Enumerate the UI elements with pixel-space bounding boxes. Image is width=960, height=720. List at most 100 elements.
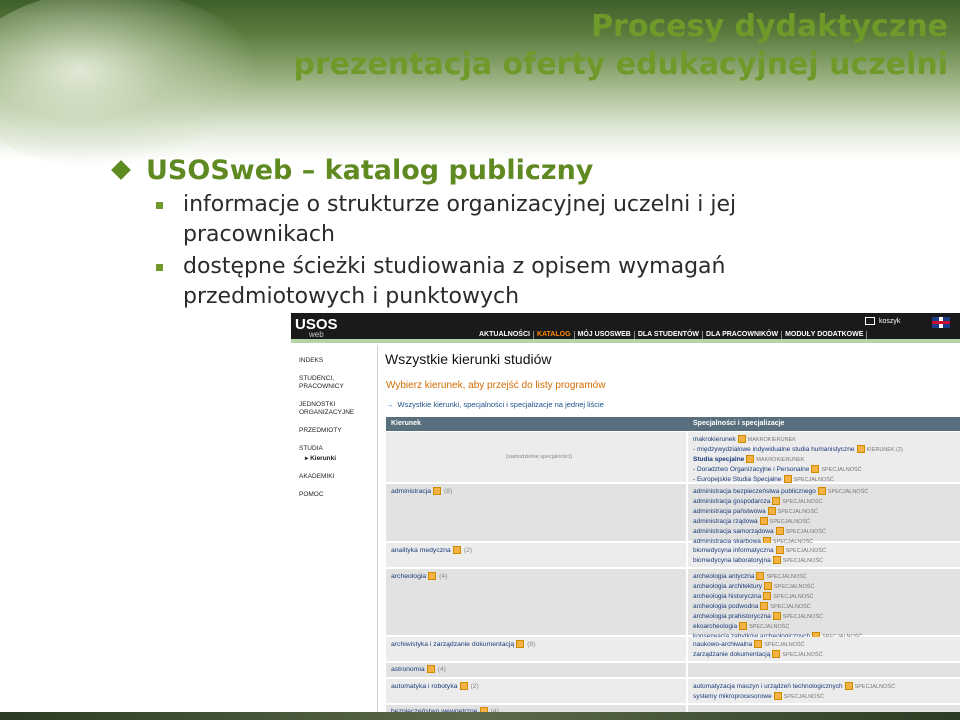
- row-left: archeologia (4): [386, 569, 686, 635]
- program-link[interactable]: archeologia: [391, 573, 426, 580]
- spec-link[interactable]: archeologia prahistoryczna: [693, 613, 771, 620]
- spec-link[interactable]: administracja państwowa: [693, 508, 766, 515]
- plus-icon[interactable]: [772, 556, 781, 565]
- plus-icon[interactable]: [759, 517, 768, 526]
- menu-dla-studentow[interactable]: DLA STUDENTÓW: [635, 331, 704, 339]
- spec-link[interactable]: archeologia podwodna: [693, 603, 758, 610]
- spec-item[interactable]: archeologia historyczna SPECJALNOŚĆ: [693, 592, 960, 602]
- sub-bullet-2-line1: dostępne ścieżki studiowania z opisem wy…: [183, 254, 726, 279]
- english-flag-icon[interactable]: [932, 317, 950, 328]
- spec-link[interactable]: - międzywydziałowe indywidualne studia h…: [693, 446, 855, 453]
- spec-item[interactable]: - Doradztwo Organizacyjne i Personalne SP…: [693, 465, 960, 475]
- spec-link[interactable]: archeologia historyczna: [693, 593, 761, 600]
- sidebar-item-studia[interactable]: STUDIA: [299, 445, 377, 453]
- program-link[interactable]: archiwistyka i zarządzanie dokumentacją: [391, 641, 514, 648]
- spec-item[interactable]: archeologia antyczna SPECJALNOŚĆ: [693, 572, 960, 582]
- spec-link[interactable]: systemy mikroprocesorowe: [693, 693, 772, 700]
- plus-icon[interactable]: [756, 572, 765, 581]
- spec-link[interactable]: administracja samorządowa: [693, 528, 774, 535]
- spec-item[interactable]: biomedycyna informatyczna SPECJALNOŚĆ: [693, 546, 960, 556]
- spec-link[interactable]: makrokierunek: [693, 436, 736, 443]
- spec-item[interactable]: automatyzacja maszyn i urządzeń technolo…: [693, 682, 960, 692]
- sidebar-item-jednostki[interactable]: JEDNOSTKI ORGANIZACYJNE: [299, 401, 377, 417]
- plus-icon[interactable]: [763, 592, 772, 601]
- program-link[interactable]: analityka medyczna: [391, 547, 451, 554]
- spec-link[interactable]: archeologia architektury: [693, 583, 762, 590]
- plus-icon[interactable]: [760, 602, 769, 611]
- plus-icon[interactable]: [844, 682, 853, 691]
- plus-icon[interactable]: [783, 475, 792, 484]
- spec-link[interactable]: automatyzacja maszyn i urządzeń technolo…: [693, 683, 843, 690]
- plus-icon[interactable]: [811, 465, 820, 474]
- menu-moduly-dodatkowe[interactable]: MODUŁY DODATKOWE: [782, 331, 868, 339]
- plus-icon[interactable]: [775, 527, 784, 536]
- spec-type: SPECJALNOŚĆ: [783, 694, 825, 700]
- spec-type: SPECJALNOŚĆ: [782, 652, 823, 658]
- spec-item[interactable]: administracja gospodarcza SPECJALNOŚĆ: [693, 497, 960, 507]
- plus-icon[interactable]: [746, 455, 755, 464]
- menu-katalog[interactable]: KATALOG: [534, 331, 575, 339]
- spec-item[interactable]: archeologia architektury SPECJALNOŚĆ: [693, 582, 960, 592]
- spec-item[interactable]: systemy mikroprocesorowe SPECJALNOŚĆ: [693, 692, 960, 702]
- spec-item[interactable]: Studia specjalne MAKROKIERUNEK: [693, 455, 960, 465]
- spec-item[interactable]: makrokierunek MAKROKIERUNEK: [693, 435, 960, 445]
- spec-link[interactable]: administracja rządowa: [693, 518, 758, 525]
- spec-item[interactable]: ekoarcheologia SPECJALNOŚĆ: [693, 622, 960, 632]
- plus-icon[interactable]: [767, 507, 776, 516]
- plus-icon[interactable]: [856, 445, 865, 454]
- sidebar-item-indeks[interactable]: INDEKS: [299, 357, 377, 365]
- menu-dla-pracownikow[interactable]: DLA PRACOWNIKÓW: [703, 331, 783, 339]
- program-link[interactable]: astronomia: [391, 666, 425, 673]
- plus-icon[interactable]: [739, 622, 748, 631]
- plus-icon[interactable]: [817, 487, 826, 496]
- spec-item[interactable]: biomedycyna laboratoryjna SPECJALNOŚĆ: [693, 556, 960, 566]
- spec-link[interactable]: ekoarcheologia: [693, 623, 737, 630]
- spec-item[interactable]: administracja samorządowa SPECJALNOŚĆ: [693, 527, 960, 537]
- cart-label: koszyk: [879, 317, 901, 325]
- all-programs-link[interactable]: → Wszystkie kierunki, specjalności i spec…: [386, 400, 604, 409]
- plus-icon[interactable]: [775, 546, 784, 555]
- cart-link[interactable]: koszyk: [865, 317, 900, 325]
- spec-item[interactable]: archeologia prahistoryczna SPECJALNOŚĆ: [693, 612, 960, 622]
- plus-icon[interactable]: [772, 650, 781, 659]
- spec-item[interactable]: - międzywydziałowe indywidualne studia h…: [693, 445, 960, 455]
- spec-link[interactable]: biomedycyna laboratoryjna: [693, 557, 771, 564]
- menu-moj-usosweb[interactable]: MÓJ USOSWEB: [575, 331, 635, 339]
- spec-link[interactable]: archeologia antyczna: [693, 573, 754, 580]
- sidebar-item-pomoc[interactable]: POMOC: [299, 491, 377, 499]
- spec-link[interactable]: zarządzanie dokumentacją: [693, 651, 770, 658]
- spec-item[interactable]: naukowo-archiwalna SPECJALNOŚĆ: [693, 640, 960, 650]
- sidebar-item-przedmioty[interactable]: PRZEDMIOTY: [299, 427, 377, 435]
- plus-icon[interactable]: [764, 582, 773, 591]
- spec-link[interactable]: administracja gospodarcza: [693, 498, 770, 505]
- spec-link[interactable]: Studia specjalne: [693, 456, 744, 463]
- bullet-main: USOSweb – katalog publiczny: [108, 152, 948, 188]
- spec-item[interactable]: administracja bezpieczeństwa publicznego…: [693, 487, 960, 497]
- spec-item[interactable]: archeologia podwodna SPECJALNOŚĆ: [693, 602, 960, 612]
- plus-icon[interactable]: [433, 487, 442, 496]
- spec-link[interactable]: biomedycyna informatyczna: [693, 547, 774, 554]
- spec-link[interactable]: administracja bezpieczeństwa publicznego: [693, 488, 816, 495]
- spec-item[interactable]: administracja rządowa SPECJALNOŚĆ: [693, 517, 960, 527]
- spec-item[interactable]: zarządzanie dokumentacją SPECJALNOŚĆ: [693, 650, 960, 660]
- plus-icon[interactable]: [459, 682, 468, 691]
- plus-icon[interactable]: [772, 497, 781, 506]
- spec-link[interactable]: - Doradztwo Organizacyjne i Personalne: [693, 466, 809, 473]
- sidebar-item-akademiki[interactable]: AKADEMIKI: [299, 473, 377, 481]
- program-link[interactable]: administracja: [391, 488, 431, 495]
- plus-icon[interactable]: [426, 665, 435, 674]
- plus-icon[interactable]: [754, 640, 763, 649]
- spec-link[interactable]: - Europejskie Studia Specjalne: [693, 476, 782, 483]
- plus-icon[interactable]: [737, 435, 746, 444]
- sidebar-item-studenci[interactable]: STUDENCI, PRACOWNICY: [299, 375, 377, 391]
- plus-icon[interactable]: [428, 572, 437, 581]
- program-link[interactable]: automatyka i robotyka: [391, 683, 458, 690]
- spec-link[interactable]: naukowo-archiwalna: [693, 641, 752, 648]
- plus-icon[interactable]: [452, 546, 461, 555]
- plus-icon[interactable]: [773, 692, 782, 701]
- sidebar-item-kierunki[interactable]: ▸ Kierunki: [305, 455, 377, 463]
- plus-icon[interactable]: [516, 640, 525, 649]
- spec-item[interactable]: administracja państwowa SPECJALNOŚĆ: [693, 507, 960, 517]
- menu-aktualnosci[interactable]: AKTUALNOŚCI: [476, 331, 534, 339]
- plus-icon[interactable]: [772, 612, 781, 621]
